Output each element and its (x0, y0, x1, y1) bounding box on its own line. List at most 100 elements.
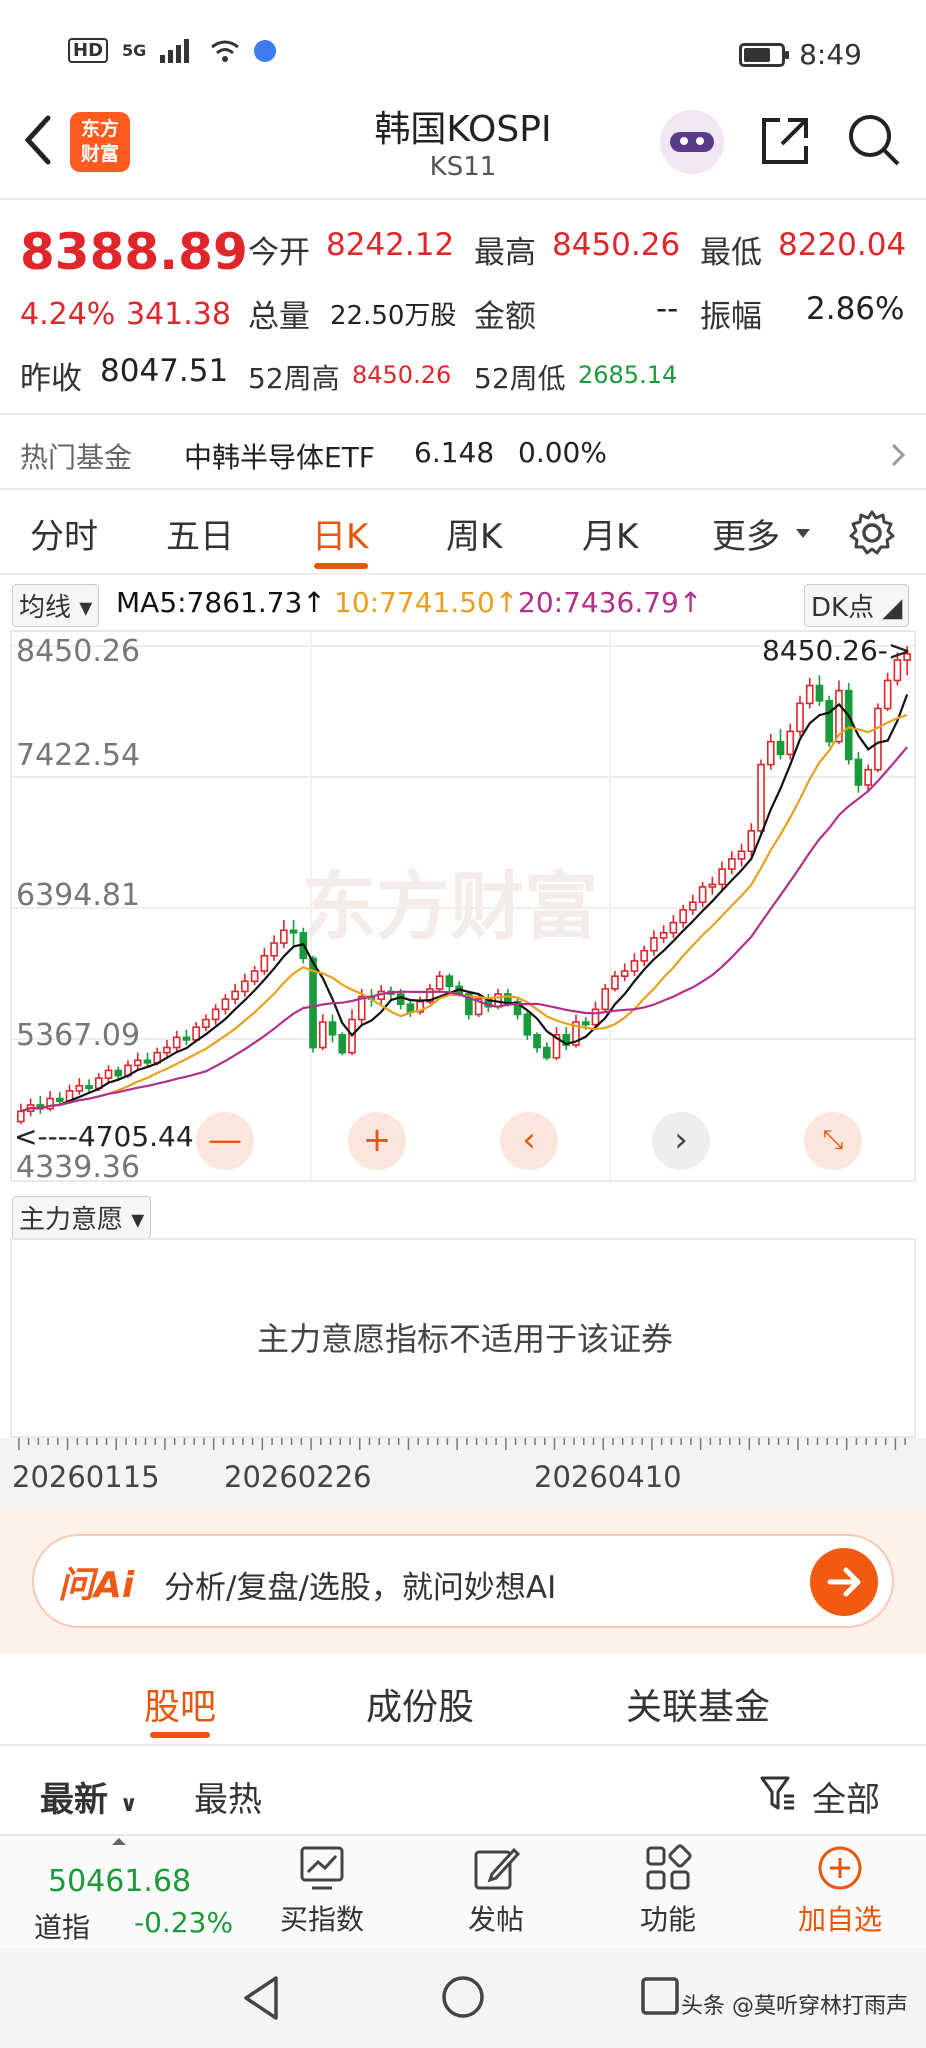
candle-body (533, 1034, 541, 1049)
candle-body (241, 980, 249, 993)
nav-post[interactable]: 发帖 (426, 1844, 566, 1938)
candle-body (630, 960, 639, 972)
quote-panel: 8388.89 4.24% 341.38 昨收 8047.51 今开 8242.… (0, 205, 926, 415)
watermark-text: 头条 @莫听穿林打雨声 (681, 1994, 908, 2019)
sort-hot[interactable]: 最热 (194, 1772, 262, 1821)
y-tick-1: 8450.26 (16, 634, 141, 669)
ma-select[interactable]: 均线 ▾ (12, 584, 100, 627)
date-axis: 20260115 20260226 20260410 (0, 1438, 926, 1508)
ai-logo: 问Ai (58, 1565, 135, 1606)
y-tick-5: 4339.36 (16, 1150, 141, 1182)
amount-value: -- (656, 291, 679, 327)
candle-body (338, 1034, 347, 1054)
candle-body (85, 1084, 93, 1090)
candle-body (542, 1046, 551, 1059)
candle-body (844, 689, 853, 761)
candle-body (805, 684, 814, 705)
tab-weekly-k[interactable]: 周K (446, 509, 502, 558)
sort-latest[interactable]: 最新 ∨ (40, 1772, 138, 1821)
battery-icon (739, 42, 790, 67)
tab-more[interactable]: 更多 (712, 509, 780, 558)
bottom-nav: 50461.68 道指 -0.23% 买指数 发帖 功能 加自选 (0, 1834, 926, 1948)
scroll-left-button[interactable]: ‹ (500, 1112, 558, 1170)
indicator-box: 主力意愿指标不适用于该证券 (10, 1238, 916, 1438)
index-value: 50461.68 (48, 1864, 192, 1899)
tab-five-day[interactable]: 五日 (166, 509, 234, 558)
indicator-select[interactable]: 主力意愿 ▾ (12, 1196, 152, 1239)
plus-circle-icon (818, 1846, 862, 1890)
robot-avatar-icon[interactable] (660, 110, 724, 174)
low-label: 最低 (700, 235, 762, 271)
nav-add-favorite[interactable]: 加自选 (770, 1844, 910, 1938)
system-home-icon[interactable] (440, 1974, 486, 2020)
ma20-value: 20:7436.79↑ (518, 586, 703, 619)
chevron-right-icon (891, 443, 906, 467)
fullscreen-button[interactable]: ⤡ (804, 1112, 862, 1170)
candle-body (786, 730, 795, 756)
system-recents-icon[interactable] (640, 1976, 680, 2016)
filter-all[interactable]: 全部 (812, 1772, 880, 1821)
change-amount: 341.38 (126, 297, 231, 332)
chart-watermark: 东方财富 (302, 864, 598, 950)
tab-related-funds[interactable]: 关联基金 (626, 1678, 770, 1730)
date-label-1: 20260115 (12, 1460, 160, 1494)
nav-functions-label: 功能 (639, 1903, 696, 1936)
week52-high-value: 8450.26 (352, 361, 452, 389)
tab-intraday[interactable]: 分时 (30, 509, 98, 558)
caret-down-icon (796, 529, 810, 538)
candle-body (133, 1059, 142, 1067)
tab-constituents[interactable]: 成份股 (366, 1678, 474, 1730)
gear-icon[interactable] (848, 509, 896, 557)
grid-apps-icon (646, 1844, 692, 1890)
candle-body (640, 949, 648, 962)
tab-daily-k[interactable]: 日K (312, 509, 368, 558)
search-icon[interactable] (846, 112, 902, 168)
amplitude-value: 2.86% (806, 291, 905, 327)
candle-body (172, 1036, 181, 1049)
date-label-3: 20260410 (534, 1460, 682, 1494)
dk-point-button[interactable]: DK点 ◢ (804, 584, 910, 627)
candle-body (192, 1026, 200, 1041)
date-ticks (18, 1438, 906, 1450)
candle-body (435, 975, 444, 990)
candle-body (163, 1046, 171, 1054)
low-value: 8220.04 (778, 227, 907, 263)
volume-label: 总量 (248, 299, 310, 335)
ma-select-label: 均线 (19, 593, 72, 623)
change-percent: 4.24% (20, 297, 116, 332)
indicator-panel: 主力意愿 ▾ 主力意愿指标不适用于该证券 (10, 1188, 916, 1438)
ai-search-bar[interactable]: 问Ai 分析/复盘/选股，就问妙想AI (32, 1534, 894, 1628)
kline-chart[interactable]: 东方财富 8450.26 7422.54 6394.81 5367.09 433… (10, 630, 916, 1182)
amplitude-label: 振幅 (700, 299, 762, 335)
scroll-right-button[interactable]: › (652, 1112, 710, 1170)
nav-buy-index[interactable]: 买指数 (252, 1844, 392, 1938)
ma5-value: MA5:7861.73↑ (116, 586, 326, 619)
share-icon[interactable] (758, 114, 812, 168)
network-label: 5G (122, 41, 147, 60)
candle-body (523, 1013, 532, 1036)
tab-guba[interactable]: 股吧 (144, 1678, 216, 1730)
candle-body (504, 993, 512, 1003)
candle-body (864, 768, 872, 786)
hd-icon: HD (68, 38, 109, 63)
candle-body (182, 1036, 191, 1041)
volume-value: 22.50万股 (330, 301, 457, 331)
nav-functions[interactable]: 功能 (598, 1844, 738, 1938)
arrow-right-icon (827, 1567, 861, 1597)
max-price-marker: 8450.26-> (762, 634, 912, 667)
system-back-icon[interactable] (240, 1974, 284, 2022)
zoom-in-button[interactable]: + (348, 1112, 406, 1170)
filter-icon[interactable] (758, 1774, 798, 1814)
candle-body (718, 868, 726, 886)
hot-fund-change: 0.00% (518, 436, 607, 469)
zoom-out-button[interactable]: — (196, 1112, 254, 1170)
candle-body (708, 883, 717, 888)
ma-legend: 均线 ▾ MA5:7861.73↑ 10:7741.50↑ 20:7436.79… (0, 580, 926, 627)
ai-submit-button[interactable] (810, 1548, 878, 1616)
hot-fund-row[interactable]: 热门基金 中韩半导体ETF 6.148 0.00% (0, 418, 926, 490)
ticker-caret-icon (112, 1838, 126, 1845)
hot-fund-name: 中韩半导体ETF (184, 441, 375, 474)
ma5-label: MA5:7861.73 (116, 586, 303, 619)
ai-area: 问Ai 分析/复盘/选股，就问妙想AI (0, 1508, 926, 1654)
tab-monthly-k[interactable]: 月K (582, 509, 638, 558)
